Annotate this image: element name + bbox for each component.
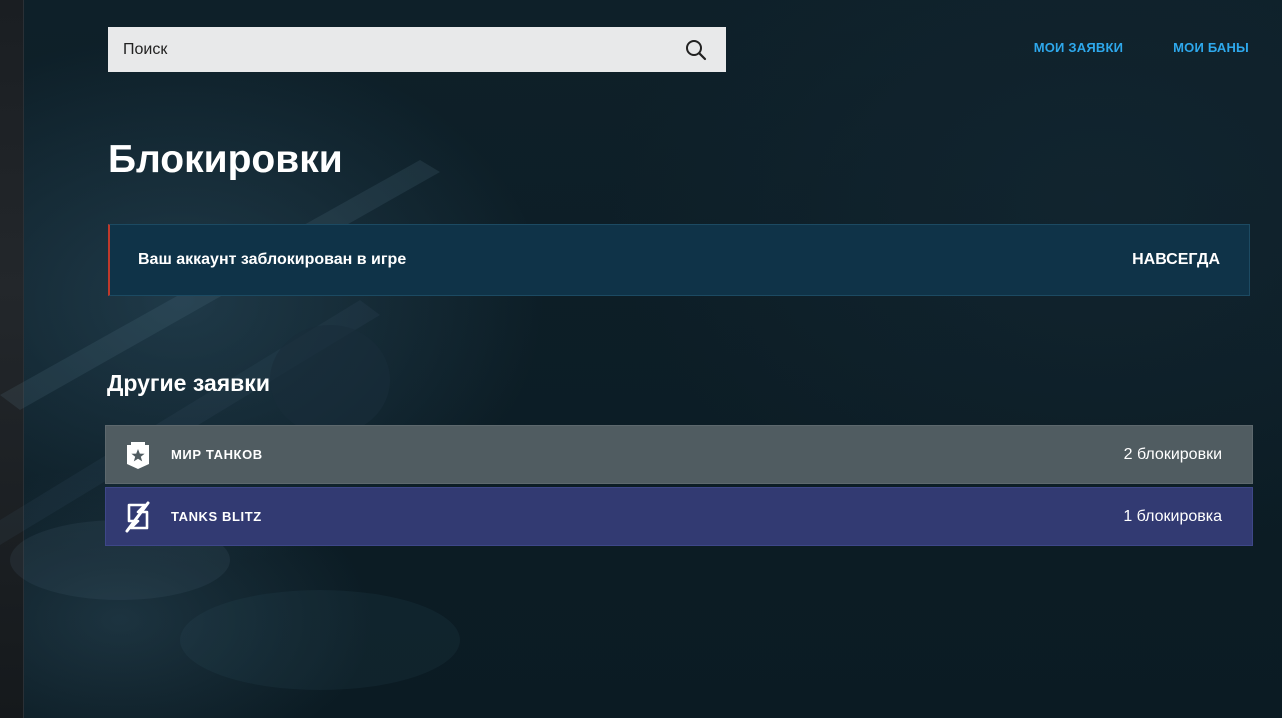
blitz-lightning-icon xyxy=(124,501,152,533)
game-ban-count: 2 блокировки xyxy=(1123,445,1222,463)
other-requests-title: Другие заявки xyxy=(107,370,270,396)
ban-duration: НАВСЕГДА xyxy=(1132,251,1220,268)
nav-my-bans-link[interactable]: МОИ БАНЫ xyxy=(1173,40,1249,55)
search-input[interactable] xyxy=(108,27,668,72)
game-row-world-of-tanks[interactable]: МИР ТАНКОВ 2 блокировки xyxy=(105,425,1253,484)
left-edge-strip xyxy=(0,0,24,718)
search-icon[interactable] xyxy=(684,38,708,62)
game-name: МИР ТАНКОВ xyxy=(171,447,263,462)
background-artwork xyxy=(0,160,460,690)
ban-status-card: Ваш аккаунт заблокирован в игре НАВСЕГДА xyxy=(108,224,1250,296)
game-row-tanks-blitz[interactable]: TANKS BLITZ 1 блокировка xyxy=(105,487,1253,546)
top-nav: МОИ ЗАЯВКИ МОИ БАНЫ xyxy=(1034,40,1249,55)
tank-star-shield-icon xyxy=(124,439,152,471)
nav-my-requests-link[interactable]: МОИ ЗАЯВКИ xyxy=(1034,40,1123,55)
game-name: TANKS BLITZ xyxy=(171,509,262,524)
ban-status-text: Ваш аккаунт заблокирован в игре xyxy=(138,251,407,268)
page-title: Блокировки xyxy=(108,138,343,181)
search-bar xyxy=(108,27,726,72)
game-ban-count: 1 блокировка xyxy=(1123,507,1222,525)
page: МОИ ЗАЯВКИ МОИ БАНЫ Блокировки Ваш аккау… xyxy=(0,0,1282,718)
